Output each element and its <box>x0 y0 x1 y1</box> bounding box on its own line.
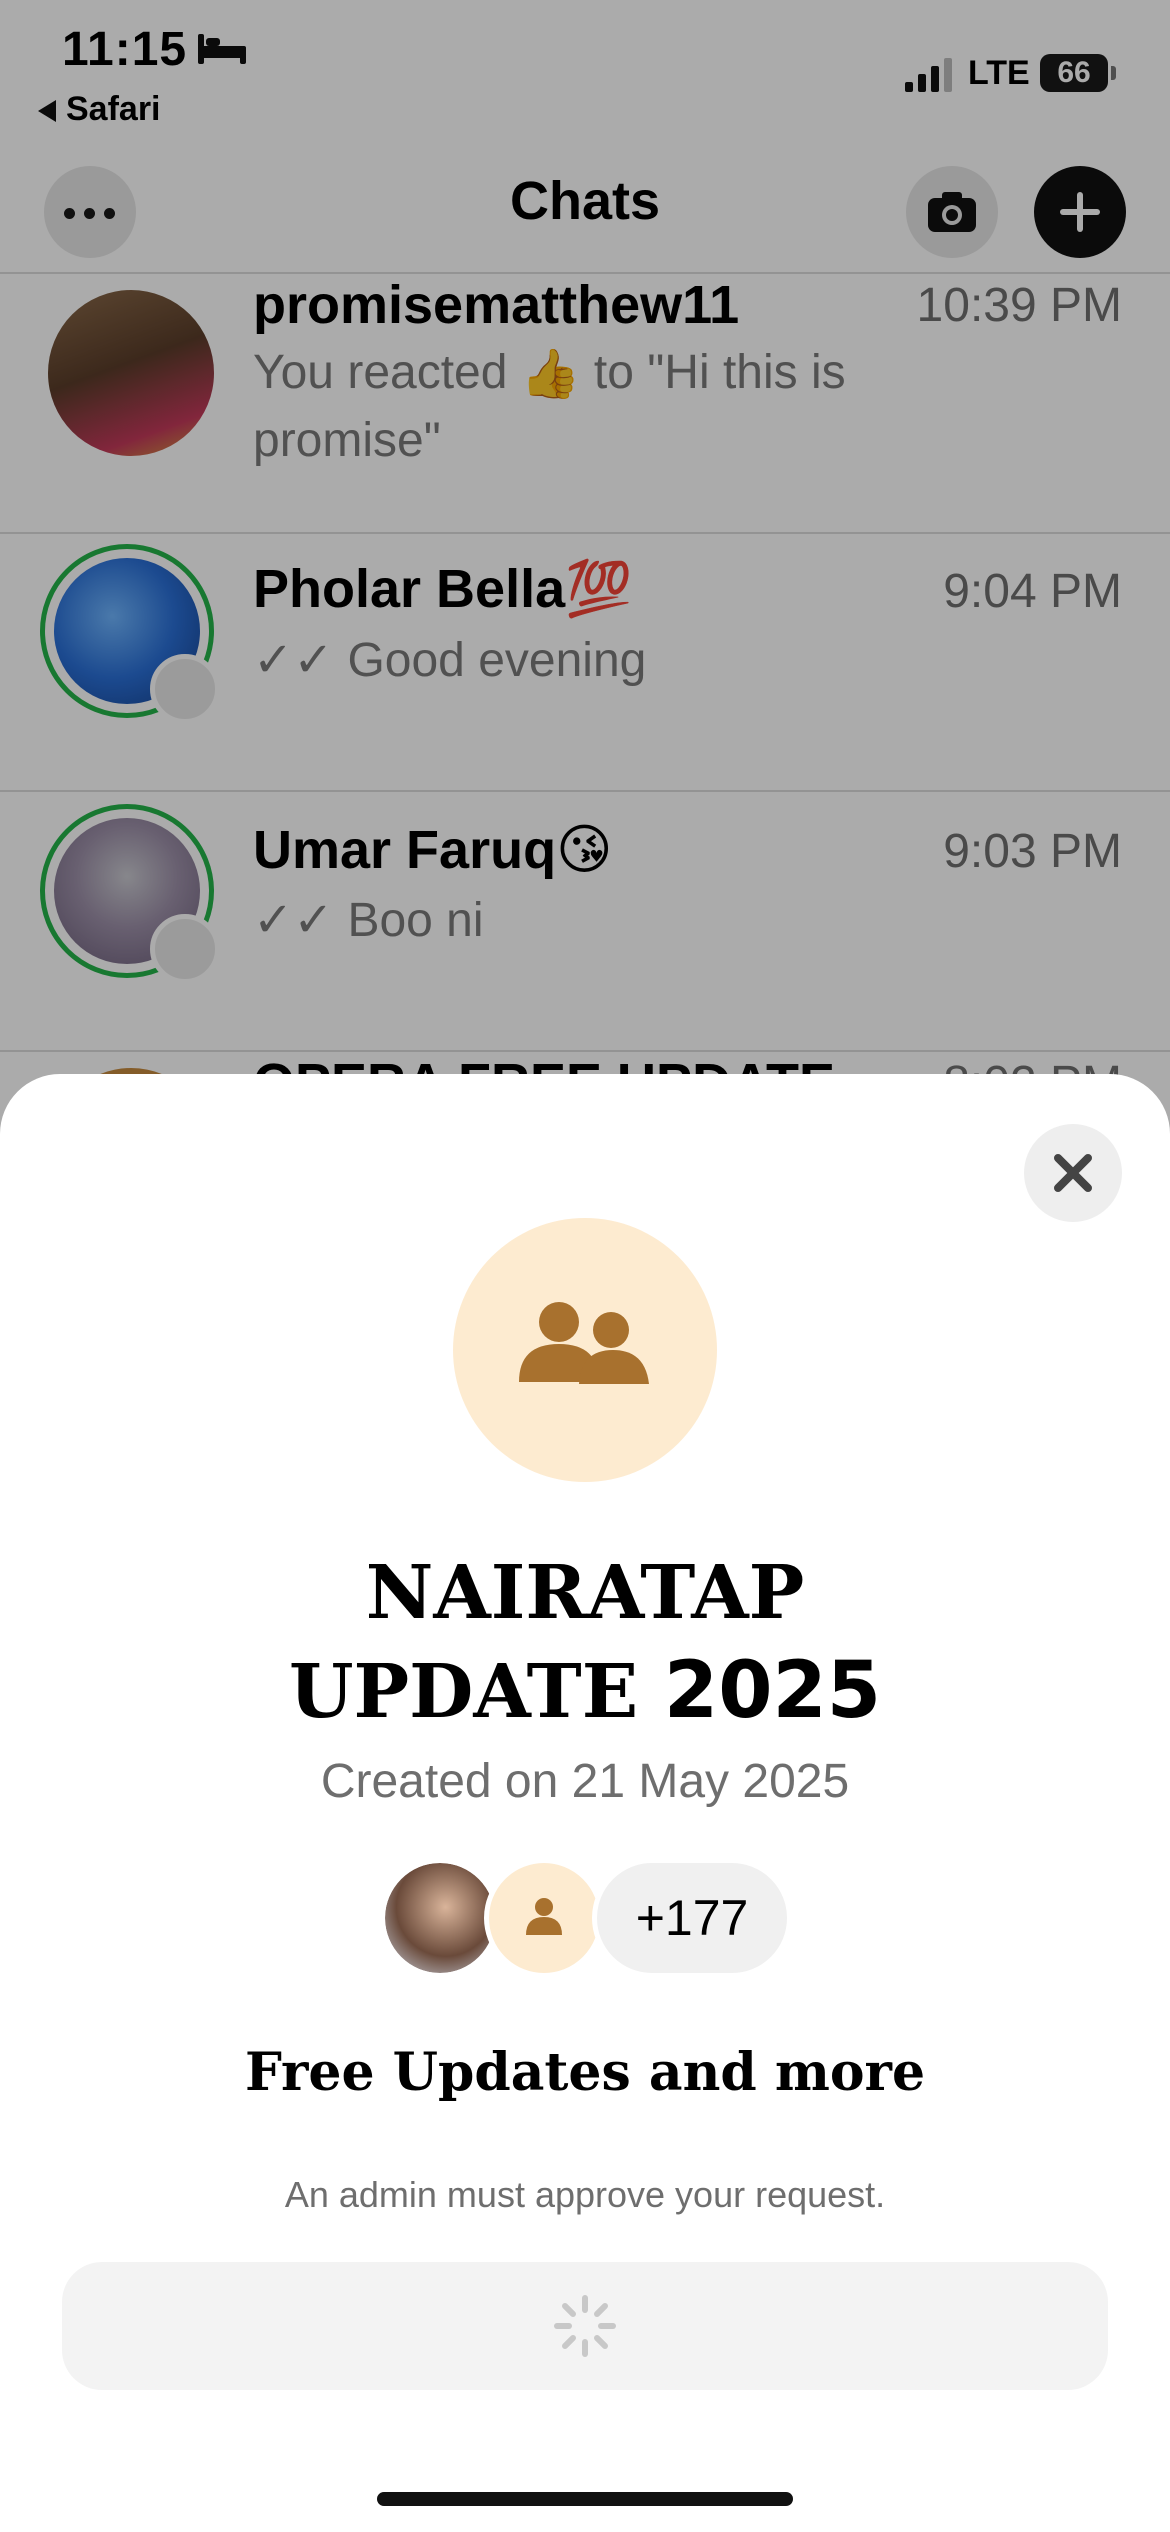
member-preview: +177 <box>0 1858 1170 1978</box>
group-avatar <box>453 1218 717 1482</box>
group-created-date: Created on 21 May 2025 <box>320 1755 850 1808</box>
member-avatar <box>380 1858 500 1978</box>
people-icon <box>519 1302 649 1384</box>
home-indicator[interactable] <box>377 2492 793 2506</box>
group-description: Free Updates and more <box>244 2042 926 2103</box>
member-count-badge: +177 <box>592 1858 792 1978</box>
loading-spinner-icon <box>554 2295 616 2357</box>
request-join-button[interactable] <box>62 2262 1108 2390</box>
group-invite-sheet: NAIRATAP UPDATE 2025 Created on 21 May 2… <box>0 1074 1170 2532</box>
approval-note: An admin must approve your request. <box>284 2174 886 2215</box>
member-avatar <box>484 1858 604 1978</box>
group-name: NAIRATAP UPDATE 2025 <box>288 1550 882 1736</box>
person-icon <box>526 1898 562 1935</box>
close-icon <box>1054 1154 1092 1192</box>
close-button[interactable] <box>1024 1124 1122 1222</box>
screen: 11:15 Safari LTE 66 Chats promisematthew… <box>0 0 1170 2532</box>
